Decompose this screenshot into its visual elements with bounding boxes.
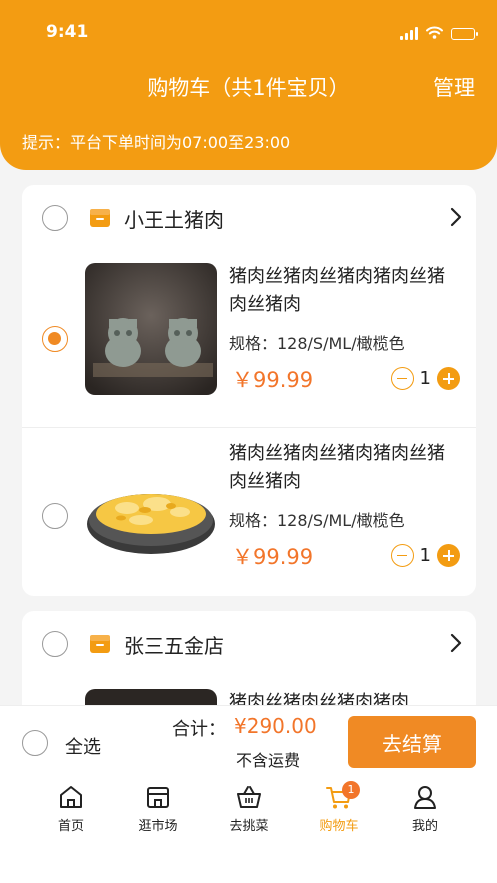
page-title: 购物车（共1件宝贝） [147, 76, 350, 100]
product-price: ￥99.99 [232, 368, 314, 392]
tab-bar: 首页 逛市场 去挑菜 1 购物车 我的 [0, 779, 497, 883]
shop-name: 小王土猪肉 [124, 208, 224, 232]
product-image[interactable] [85, 263, 217, 395]
status-icons [400, 24, 478, 43]
product-name[interactable]: 猪肉丝猪肉丝猪肉猪肉丝猪肉丝猪肉 [229, 263, 454, 319]
basket-icon [209, 783, 289, 811]
home-icon [31, 783, 111, 811]
wifi-icon [426, 24, 443, 43]
status-bar: 9:41 [0, 0, 497, 60]
quantity-value: 1 [419, 545, 431, 566]
order-time-hint: 提示：平台下单时间为07:00至23:00 [22, 133, 291, 152]
tab-label: 购物车 [319, 819, 359, 834]
product-image[interactable] [85, 440, 217, 572]
tab-pick-vegetables[interactable]: 去挑菜 [209, 783, 289, 834]
product-price: ￥99.99 [232, 545, 314, 569]
shipping-note: 不含运费 [236, 751, 301, 770]
plus-icon[interactable] [437, 367, 460, 390]
store-icon [89, 207, 111, 233]
cart-icon [299, 783, 379, 811]
user-icon [385, 783, 465, 811]
tab-label: 首页 [57, 819, 84, 834]
status-time: 9:41 [46, 22, 89, 42]
tab-cart[interactable]: 1 购物车 [299, 781, 379, 834]
item-select-radio[interactable] [42, 503, 68, 529]
cart-item: 猪肉丝猪肉丝猪肉猪肉丝猪肉丝猪肉 规格：128/S/ML/橄榄色 ￥99.99 … [22, 251, 476, 427]
shop-name: 张三五金店 [124, 634, 224, 658]
cart-badge: 1 [342, 781, 360, 799]
tab-label: 去挑菜 [229, 819, 269, 834]
signal-icon [400, 27, 418, 40]
minus-icon[interactable] [390, 367, 414, 390]
shop-select-radio[interactable] [42, 631, 68, 657]
shop-header[interactable]: 张三五金店 [22, 611, 476, 677]
quantity-value: 1 [419, 368, 431, 389]
checkout-bar: 全选 合计： ¥290.00 不含运费 去结算 [0, 705, 497, 779]
minus-icon[interactable] [390, 544, 414, 567]
item-select-radio-checked[interactable] [42, 326, 68, 352]
battery-icon [451, 27, 478, 40]
tab-home[interactable]: 首页 [31, 783, 111, 834]
shop-header[interactable]: 小王土猪肉 [22, 185, 476, 251]
page-header: 9:41 购物车（共1件宝贝） 管理 提示：平台下单时间为07:00至23:00 [0, 0, 497, 170]
checkout-button[interactable]: 去结算 [348, 716, 476, 768]
quantity-stepper: 1 [390, 544, 460, 567]
total-value: ¥290.00 [234, 714, 317, 738]
tab-label: 我的 [411, 819, 438, 834]
shop-select-radio[interactable] [42, 205, 68, 231]
product-spec: 规格：128/S/ML/橄榄色 [229, 511, 405, 530]
tab-market[interactable]: 逛市场 [118, 783, 198, 834]
tab-label: 逛市场 [138, 819, 178, 834]
product-name[interactable]: 猪肉丝猪肉丝猪肉猪肉丝猪肉丝猪肉 [229, 440, 454, 496]
store-icon [89, 633, 111, 659]
select-all-label[interactable]: 全选 [65, 733, 101, 759]
store-icon [118, 783, 198, 811]
shop-card: 小王土猪肉 猪肉丝猪肉丝猪肉猪肉丝猪肉丝猪肉 规格：128/S/ML/橄榄色 ￥… [22, 185, 476, 596]
tab-mine[interactable]: 我的 [385, 783, 465, 834]
chevron-right-icon[interactable] [450, 633, 462, 657]
chevron-right-icon[interactable] [450, 207, 462, 231]
cart-item: 猪肉丝猪肉丝猪肉猪肉丝猪肉丝猪肉 规格：128/S/ML/橄榄色 ￥99.99 … [22, 427, 476, 596]
manage-button[interactable]: 管理 [433, 72, 475, 102]
product-spec: 规格：128/S/ML/橄榄色 [229, 334, 405, 353]
select-all-radio[interactable] [22, 730, 48, 756]
quantity-stepper: 1 [390, 367, 460, 390]
total-label: 合计： [172, 719, 226, 740]
plus-icon[interactable] [437, 544, 460, 567]
